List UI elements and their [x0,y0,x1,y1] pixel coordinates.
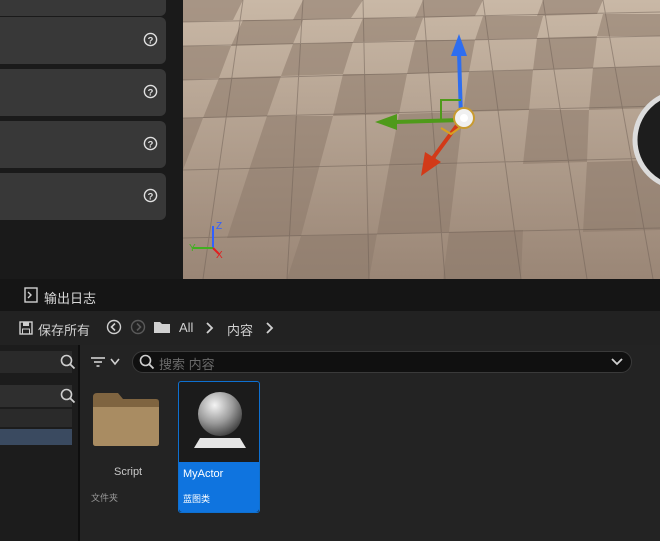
search-input[interactable]: 搜索 内容 [132,351,632,373]
sources-tree-row[interactable] [0,409,72,427]
details-row[interactable]: ? [0,17,166,64]
question-circle-icon[interactable]: ? [143,136,158,151]
details-row[interactable]: ? [0,173,166,220]
asset-tile-myactor[interactable]: MyActor 蓝图类 [178,381,260,513]
asset-name: MyActor [183,468,224,480]
breadcrumb-content[interactable]: 内容 [227,320,253,339]
assets-panel: 搜索 内容 Script 文件夹 MyActor 蓝图类 [80,345,660,541]
viewport-scene: Z Y X [183,0,660,279]
search-icon[interactable] [60,354,76,370]
question-circle-icon[interactable]: ? [143,32,158,47]
back-arrow-icon[interactable] [106,319,122,335]
sources-panel [0,345,78,541]
sources-search-row[interactable] [0,351,76,373]
search-icon[interactable] [60,388,76,404]
save-icon[interactable] [19,321,33,335]
search-icon [139,354,155,370]
asset-tile-script[interactable]: Script 文件夹 [90,381,170,511]
blueprint-sphere-icon [194,392,246,448]
filter-icon[interactable] [90,356,106,368]
tab-stub[interactable] [0,279,16,311]
asset-type: 蓝图类 [183,494,211,504]
svg-text:?: ? [148,191,154,201]
bottom-tab-bar: 输出日志 [0,279,660,311]
asset-label-area: MyActor 蓝图类 [179,462,259,512]
question-circle-icon[interactable]: ? [143,188,158,203]
chevron-right-icon[interactable] [204,322,214,334]
details-row[interactable]: ? [0,0,166,16]
chevron-right-icon[interactable] [264,322,274,334]
axis-label-y: Y [189,243,196,254]
svg-text:?: ? [148,139,154,149]
chevron-down-icon[interactable] [611,358,623,366]
folder-icon [93,393,159,446]
svg-text:?: ? [148,35,154,45]
tab-label: 输出日志 [44,291,97,306]
folder-icon[interactable] [153,320,171,334]
details-panel: ? ? ? ? ? [0,0,183,279]
axis-label-x: X [216,250,223,261]
details-row[interactable]: ? [0,69,166,116]
search-placeholder: 搜索 内容 [159,357,215,372]
tab-output-log[interactable]: 输出日志 [16,279,116,311]
level-viewport[interactable]: Z Y X [183,0,660,279]
save-all-button[interactable]: 保存所有 [38,320,90,339]
svg-text:?: ? [148,87,154,97]
terminal-icon [24,287,38,303]
details-row[interactable]: ? [0,121,166,168]
asset-name: Script [114,466,143,478]
forward-arrow-icon[interactable] [130,319,146,335]
sources-filter-row[interactable] [0,385,76,407]
axis-label-z: Z [216,221,222,232]
breadcrumb-all[interactable]: All [179,320,193,335]
question-circle-icon[interactable]: ? [143,84,158,99]
asset-type: 文件夹 [91,493,119,503]
chevron-down-icon[interactable] [110,358,120,366]
content-browser-toolbar: 保存所有 All 内容 [0,311,660,345]
sources-tree-row-selected[interactable] [0,429,72,445]
